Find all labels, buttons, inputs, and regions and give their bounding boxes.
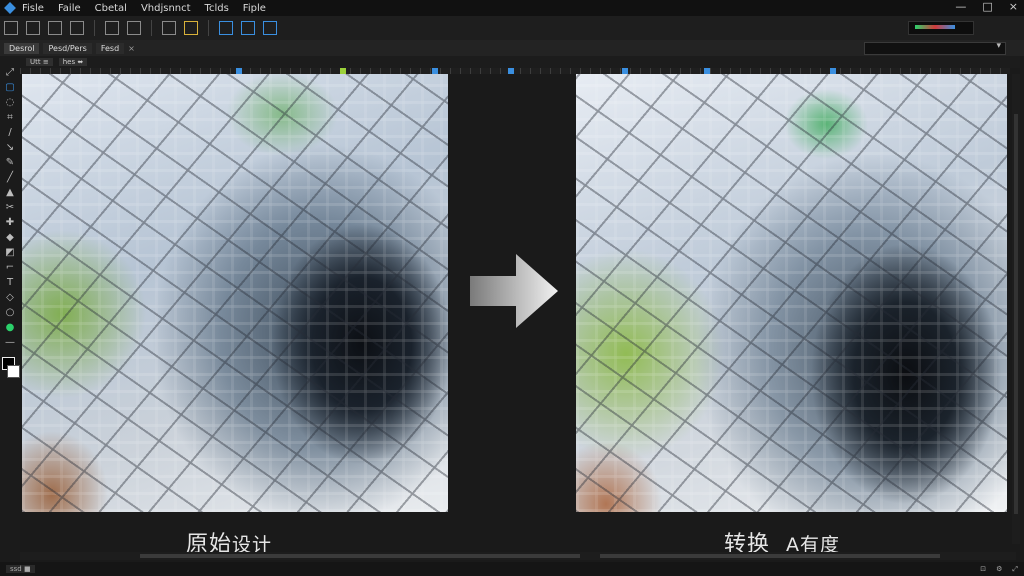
vertical-scrollbar[interactable] bbox=[1012, 74, 1020, 544]
save-icon[interactable] bbox=[48, 21, 62, 35]
open-folder-icon[interactable] bbox=[26, 21, 40, 35]
tab-document-2[interactable]: Pesd/Pers bbox=[43, 42, 92, 54]
menu-edit[interactable]: Faile bbox=[58, 3, 81, 14]
status-bar: ssd ■ ⊡ ⚙ ⤢ bbox=[0, 562, 1024, 576]
app-logo-icon bbox=[4, 2, 16, 14]
view-option-1[interactable]: Utt ≡ bbox=[26, 58, 53, 66]
menu-bar: Fisle Faile Cbetal Vhdjsnnct Tclds Fiple… bbox=[0, 0, 1024, 16]
export-icon[interactable] bbox=[70, 21, 84, 35]
vertical-scrollbar-thumb[interactable] bbox=[1014, 114, 1018, 514]
main-toolbar bbox=[0, 16, 1024, 41]
tools-panel: ⤢ ▢ ◌ ⌗ / ↘ ✎ ╱ ▲ ✂ ✚ ◆ ◩ ⌐ T ◇ ○ ● — bbox=[0, 56, 20, 568]
marquee-tool-icon[interactable]: ▢ bbox=[5, 83, 15, 93]
new-file-icon[interactable] bbox=[4, 21, 18, 35]
layer-icon[interactable] bbox=[263, 21, 277, 35]
panel-dropdown[interactable]: ▾ bbox=[864, 41, 1006, 55]
eyedropper-tool-icon[interactable]: ↘ bbox=[5, 143, 15, 153]
chevron-down-icon: ▾ bbox=[996, 41, 1001, 51]
gradient-tool-icon[interactable]: ◩ bbox=[5, 248, 15, 258]
zoom-icon[interactable] bbox=[127, 21, 141, 35]
close-button[interactable]: × bbox=[1009, 0, 1018, 13]
toolbar-divider bbox=[94, 20, 95, 36]
ruler-marker[interactable] bbox=[508, 68, 514, 74]
menu-canvas[interactable]: Cbetal bbox=[95, 3, 127, 14]
view-options-bar: Utt ≡ hes ⬌ bbox=[20, 56, 1020, 68]
fill-tool-icon[interactable]: ◆ bbox=[5, 233, 15, 243]
info-icon[interactable]: ⊡ bbox=[980, 565, 986, 574]
horizontal-scrollbar-thumb[interactable] bbox=[600, 554, 940, 558]
toolbar-divider bbox=[151, 20, 152, 36]
image-mesh bbox=[22, 74, 448, 512]
view-option-2[interactable]: hes ⬌ bbox=[58, 58, 88, 66]
tab-document-1[interactable]: Desrol bbox=[4, 42, 40, 54]
blur-tool-icon[interactable]: ○ bbox=[5, 308, 15, 318]
line-tool-icon[interactable]: ╱ bbox=[5, 173, 15, 183]
transform-arrow-icon bbox=[470, 254, 558, 328]
tab-close-icon[interactable]: × bbox=[128, 44, 135, 53]
menu-tools[interactable]: Tclds bbox=[205, 3, 229, 14]
print-icon[interactable] bbox=[162, 21, 176, 35]
expand-icon[interactable]: ⤢ bbox=[1012, 565, 1018, 574]
transformed-image-canvas[interactable] bbox=[576, 74, 1007, 512]
document-tabbar: Desrol Pesd/Pers Fesd × ▾ bbox=[0, 40, 1024, 56]
move-tool-icon[interactable]: ⤢ bbox=[5, 68, 15, 78]
path-tool-icon[interactable]: ⌐ bbox=[5, 263, 15, 273]
menu-file[interactable]: Fisle bbox=[22, 3, 44, 14]
brush-tool-icon[interactable]: / bbox=[5, 128, 15, 138]
tab-document-3[interactable]: Fesd bbox=[95, 42, 125, 54]
menu-adjustment[interactable]: Vhdjsnnct bbox=[141, 3, 191, 14]
background-color-swatch[interactable] bbox=[7, 365, 20, 378]
minimize-button[interactable]: — bbox=[955, 0, 966, 13]
healing-tool-icon[interactable]: ✚ bbox=[5, 218, 15, 228]
window-controls: — □ × bbox=[955, 0, 1018, 13]
crop-tool-icon[interactable]: ⌗ bbox=[5, 113, 15, 123]
select-rect-icon[interactable] bbox=[219, 21, 233, 35]
horizontal-scrollbar[interactable] bbox=[20, 552, 1016, 560]
hand-tool-icon[interactable]: ● bbox=[5, 323, 15, 333]
maximize-button[interactable]: □ bbox=[982, 0, 992, 13]
stamp-tool-icon[interactable]: ▲ bbox=[5, 188, 15, 198]
image-mesh bbox=[576, 74, 1007, 512]
zoom-level[interactable]: ssd ■ bbox=[6, 565, 35, 573]
grid-icon[interactable] bbox=[105, 21, 119, 35]
color-picker-icon[interactable] bbox=[184, 21, 198, 35]
horizontal-scrollbar-thumb[interactable] bbox=[140, 554, 580, 558]
settings-icon[interactable]: ⚙ bbox=[996, 565, 1002, 574]
toolbar-divider bbox=[208, 20, 209, 36]
pen-tool-icon[interactable]: ✎ bbox=[5, 158, 15, 168]
menu-help[interactable]: Fiple bbox=[243, 3, 266, 14]
status-icons: ⊡ ⚙ ⤢ bbox=[980, 565, 1018, 574]
transform-icon[interactable] bbox=[241, 21, 255, 35]
shape-tool-icon[interactable]: ◇ bbox=[5, 293, 15, 303]
histogram-widget bbox=[908, 21, 974, 35]
original-image-canvas[interactable] bbox=[22, 74, 448, 512]
lasso-tool-icon[interactable]: ◌ bbox=[5, 98, 15, 108]
zoom-tool-icon[interactable]: — bbox=[5, 338, 15, 348]
scissors-tool-icon[interactable]: ✂ bbox=[5, 203, 15, 213]
text-tool-icon[interactable]: T bbox=[5, 278, 15, 288]
color-swatches[interactable] bbox=[2, 357, 20, 379]
